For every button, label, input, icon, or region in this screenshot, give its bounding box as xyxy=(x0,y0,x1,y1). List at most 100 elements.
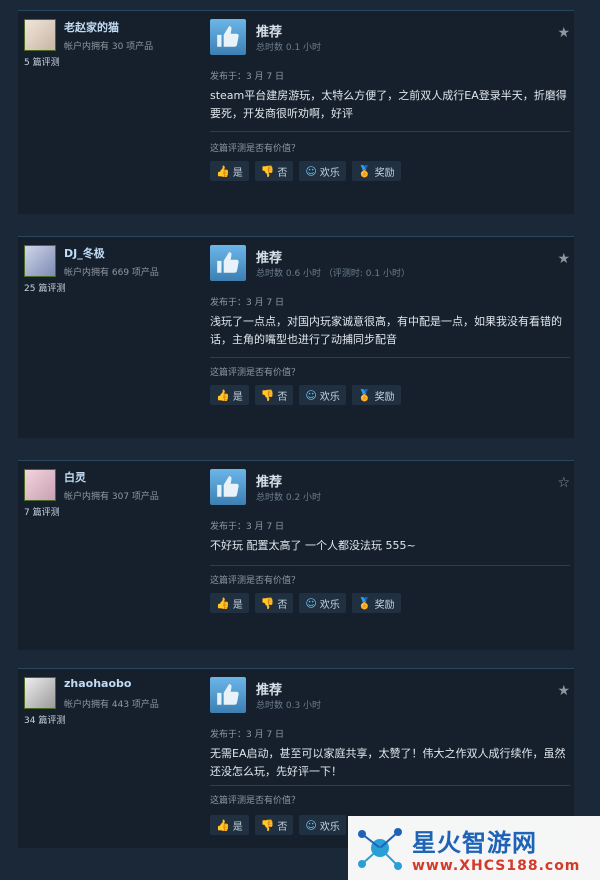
award-label: 奖励 xyxy=(374,599,395,611)
review-text: 无需EA启动，甚至可以家庭共享，太赞了！伟大之作双人成行续作，虽然还没怎么玩，先… xyxy=(210,747,566,778)
recommend-label[interactable]: 推荐 xyxy=(256,679,282,698)
vote-no-button[interactable]: 👎 否 xyxy=(254,385,294,405)
avatar[interactable] xyxy=(24,245,56,277)
vote-no-label: 否 xyxy=(277,821,288,833)
divider xyxy=(210,131,570,132)
award-label: 奖励 xyxy=(374,167,395,179)
thumbs-down-icon: 👎 xyxy=(260,596,275,610)
watermark-url: www.XHCS188.com xyxy=(412,857,581,874)
reviewer-name[interactable]: zhaohaobo xyxy=(64,677,131,690)
site-watermark: 星火智游网 www.XHCS188.com xyxy=(348,816,600,880)
review-count[interactable]: 7 篇评测 xyxy=(24,505,60,518)
review-text: 浅玩了一点点，对国内玩家诚意很高，有中配是一点，如果我没有看错的话，主角的嘴型也… xyxy=(210,315,562,346)
vote-no-button[interactable]: 👎 否 xyxy=(254,161,294,181)
vote-yes-label: 是 xyxy=(232,821,243,833)
vote-no-button[interactable]: 👎 否 xyxy=(254,593,294,613)
products-owned: 帐户内拥有 307 项产品 xyxy=(64,492,159,502)
vote-funny-label: 欢乐 xyxy=(319,599,340,611)
vote-yes-label: 是 xyxy=(232,599,243,611)
smiley-icon: ☺ xyxy=(305,388,317,402)
vote-funny-label: 欢乐 xyxy=(319,821,340,833)
award-button[interactable]: 🏅 奖励 xyxy=(351,385,401,405)
post-date: 发布于：3 月 7 日 xyxy=(210,72,285,82)
vote-funny-button[interactable]: ☺ 欢乐 xyxy=(299,593,346,613)
post-date: 发布于：3 月 7 日 xyxy=(210,730,285,740)
playtime: 总时数 0.6 小时 （评测时: 0.1 小时） xyxy=(256,269,410,279)
vote-funny-label: 欢乐 xyxy=(319,167,340,179)
vote-funny-label: 欢乐 xyxy=(319,391,340,403)
vote-yes-button[interactable]: 👍 是 xyxy=(210,815,249,835)
reviewer-name[interactable]: 老赵家的猫 xyxy=(64,19,119,35)
thumbs-up-icon: 👍 xyxy=(216,818,230,832)
post-date: 发布于：3 月 7 日 xyxy=(210,522,285,532)
vote-no-label: 否 xyxy=(277,391,288,403)
review-card: DJ_冬极 帐户内拥有 669 项产品 25 篇评测 推荐 总时数 0.6 小时… xyxy=(18,236,574,438)
vote-no-button[interactable]: 👎 否 xyxy=(254,815,294,835)
smiley-icon: ☺ xyxy=(305,596,317,610)
smiley-icon: ☺ xyxy=(305,818,317,832)
thumbs-up-icon xyxy=(210,245,246,281)
reviewer-name[interactable]: DJ_冬极 xyxy=(64,245,105,261)
review-count[interactable]: 25 篇评测 xyxy=(24,281,65,294)
review-count[interactable]: 5 篇评测 xyxy=(24,55,60,68)
thumbs-up-icon xyxy=(210,469,246,505)
award-star-icon[interactable]: ★ xyxy=(557,251,570,267)
products-owned: 帐户内拥有 669 项产品 xyxy=(64,268,159,278)
vote-funny-button[interactable]: ☺ 欢乐 xyxy=(299,161,346,181)
thumbs-down-icon: 👎 xyxy=(260,164,275,178)
helpful-question: 这篇评测是否有价值？ xyxy=(210,368,301,378)
medal-icon: 🏅 xyxy=(357,164,372,178)
review-card: 白灵 帐户内拥有 307 项产品 7 篇评测 推荐 总时数 0.2 小时 ☆ 发… xyxy=(18,460,574,650)
recommend-label[interactable]: 推荐 xyxy=(256,471,282,490)
products-owned: 帐户内拥有 443 项产品 xyxy=(64,700,159,710)
thumbs-up-icon: 👍 xyxy=(216,596,230,610)
divider xyxy=(210,565,570,566)
award-star-icon[interactable]: ★ xyxy=(557,683,570,699)
award-label: 奖励 xyxy=(374,391,395,403)
avatar[interactable] xyxy=(24,469,56,501)
avatar[interactable] xyxy=(24,19,56,51)
playtime: 总时数 0.3 小时 xyxy=(256,701,322,711)
vote-funny-button[interactable]: ☺ 欢乐 xyxy=(299,815,346,835)
post-date: 发布于：3 月 7 日 xyxy=(210,298,285,308)
helpful-question: 这篇评测是否有价值？ xyxy=(210,796,301,806)
vote-no-label: 否 xyxy=(277,167,288,179)
divider xyxy=(210,357,570,358)
playtime: 总时数 0.1 小时 xyxy=(256,43,322,53)
avatar[interactable] xyxy=(24,677,56,709)
helpful-question: 这篇评测是否有价值？ xyxy=(210,144,301,154)
thumbs-down-icon: 👎 xyxy=(260,818,275,832)
award-star-icon[interactable]: ★ xyxy=(557,25,570,41)
medal-icon: 🏅 xyxy=(357,388,372,402)
review-card: 老赵家的猫 帐户内拥有 30 项产品 5 篇评测 推荐 总时数 0.1 小时 ★… xyxy=(18,10,574,214)
smiley-icon: ☺ xyxy=(305,164,317,178)
thumbs-up-icon: 👍 xyxy=(216,164,230,178)
network-logo-icon xyxy=(354,822,406,874)
vote-yes-label: 是 xyxy=(232,167,243,179)
helpful-question: 这篇评测是否有价值？ xyxy=(210,576,301,586)
playtime: 总时数 0.2 小时 xyxy=(256,493,322,503)
reviewer-name[interactable]: 白灵 xyxy=(64,469,86,485)
recommend-label[interactable]: 推荐 xyxy=(256,247,282,266)
vote-yes-label: 是 xyxy=(232,391,243,403)
thumbs-up-icon xyxy=(210,677,246,713)
vote-funny-button[interactable]: ☺ 欢乐 xyxy=(299,385,346,405)
award-button[interactable]: 🏅 奖励 xyxy=(351,593,401,613)
products-owned: 帐户内拥有 30 项产品 xyxy=(64,42,154,52)
vote-no-label: 否 xyxy=(277,599,288,611)
recommend-label[interactable]: 推荐 xyxy=(256,21,282,40)
thumbs-up-icon: 👍 xyxy=(216,388,230,402)
vote-yes-button[interactable]: 👍 是 xyxy=(210,385,249,405)
award-button[interactable]: 🏅 奖励 xyxy=(351,161,401,181)
review-text: 不好玩 配置太高了 一个人都没法玩 555~ xyxy=(210,539,416,552)
vote-yes-button[interactable]: 👍 是 xyxy=(210,593,249,613)
thumbs-down-icon: 👎 xyxy=(260,388,275,402)
vote-yes-button[interactable]: 👍 是 xyxy=(210,161,249,181)
divider xyxy=(210,785,570,786)
medal-icon: 🏅 xyxy=(357,596,372,610)
award-star-outline-icon[interactable]: ☆ xyxy=(557,475,570,491)
review-count[interactable]: 34 篇评测 xyxy=(24,713,65,726)
review-text: steam平台建房游玩，太特么方便了，之前双人成行EA登录半天，折磨得要死，开发… xyxy=(210,89,567,120)
watermark-title: 星火智游网 xyxy=(412,828,537,857)
thumbs-up-icon xyxy=(210,19,246,55)
